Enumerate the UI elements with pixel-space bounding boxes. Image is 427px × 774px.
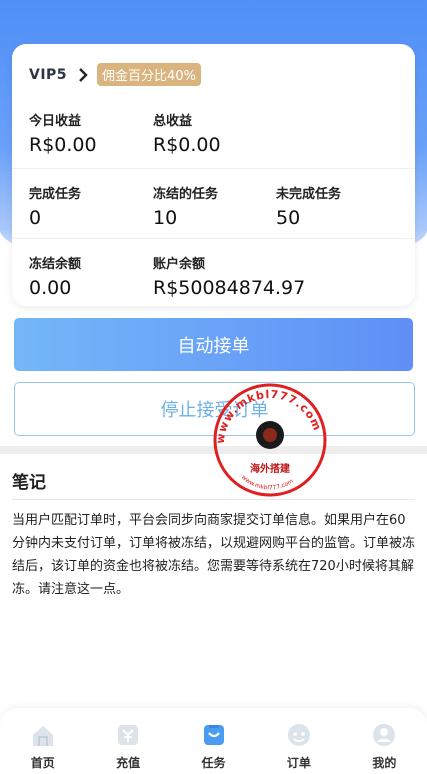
vip-row[interactable]: VIP5 佣金百分比40% bbox=[29, 63, 201, 86]
tab-label: 我的 bbox=[372, 756, 397, 770]
completed-tasks: 完成任务 0 bbox=[29, 183, 81, 229]
tab-task[interactable]: 任务 bbox=[171, 708, 256, 774]
bottom-tab-bar: 首页 充值 任务 订单 我的 bbox=[0, 708, 427, 774]
vip-level: VIP5 bbox=[29, 66, 68, 83]
stats-card: VIP5 佣金百分比40% 今日收益 R$0.00 总收益 R$0.00 完成任… bbox=[12, 44, 415, 306]
account-balance: 账户余额 R$50084874.97 bbox=[153, 253, 305, 299]
stat-label: 总收益 bbox=[153, 114, 193, 129]
stat-label: 账户余额 bbox=[153, 257, 206, 272]
stat-label: 冻结的任务 bbox=[153, 187, 219, 202]
chevron-right-icon bbox=[79, 67, 88, 82]
stat-value: 0 bbox=[29, 207, 42, 229]
watermark-seal: www.mkbl777.com 海外搭建 www.mkbl777.com bbox=[213, 383, 327, 497]
profile-icon bbox=[373, 724, 396, 746]
notes-title: 笔记 bbox=[12, 473, 46, 493]
stat-label: 未完成任务 bbox=[276, 187, 342, 202]
stat-label: 冻结余额 bbox=[29, 257, 82, 272]
frozen-tasks: 冻结的任务 10 bbox=[153, 183, 218, 229]
today-income: 今日收益 R$0.00 bbox=[29, 110, 97, 156]
income-row: 今日收益 R$0.00 总收益 R$0.00 bbox=[12, 110, 415, 168]
stat-value: 10 bbox=[153, 207, 178, 229]
stat-label: 完成任务 bbox=[29, 187, 82, 202]
stat-value: 0.00 bbox=[29, 277, 72, 299]
unfinished-tasks: 未完成任务 50 bbox=[276, 183, 341, 229]
stat-label: 今日收益 bbox=[29, 114, 82, 129]
stat-value: R$0.00 bbox=[153, 134, 221, 156]
recharge-icon bbox=[118, 725, 139, 745]
auto-accept-button[interactable]: 自动接单 bbox=[14, 318, 413, 371]
commission-badge: 佣金百分比40% bbox=[97, 63, 201, 86]
balance-row: 冻结余额 0.00 账户余额 R$50084874.97 bbox=[12, 238, 415, 306]
watermark-caption: 海外搭建 bbox=[250, 462, 291, 475]
tab-label: 首页 bbox=[30, 756, 55, 770]
tab-label: 充值 bbox=[116, 756, 141, 770]
tab-recharge[interactable]: 充值 bbox=[85, 708, 170, 774]
stat-value: R$50084874.97 bbox=[153, 277, 306, 299]
total-income: 总收益 R$0.00 bbox=[153, 110, 221, 156]
frozen-balance: 冻结余额 0.00 bbox=[29, 253, 81, 299]
tab-order[interactable]: 订单 bbox=[256, 708, 341, 774]
tab-label: 订单 bbox=[286, 756, 311, 770]
task-icon bbox=[203, 725, 224, 745]
home-icon bbox=[32, 726, 53, 746]
stat-value: R$0.00 bbox=[29, 134, 97, 156]
tab-label: 任务 bbox=[201, 756, 226, 770]
tab-profile[interactable]: 我的 bbox=[342, 708, 427, 774]
notes-body: 当用户匹配订单时，平台会同步向商家提交订单信息。如果用户在60分钟内未支付订单，… bbox=[12, 513, 416, 597]
tab-home[interactable]: 首页 bbox=[0, 708, 85, 774]
stat-value: 50 bbox=[276, 207, 301, 229]
task-row: 完成任务 0 冻结的任务 10 未完成任务 50 bbox=[12, 168, 415, 238]
order-icon bbox=[287, 724, 310, 746]
